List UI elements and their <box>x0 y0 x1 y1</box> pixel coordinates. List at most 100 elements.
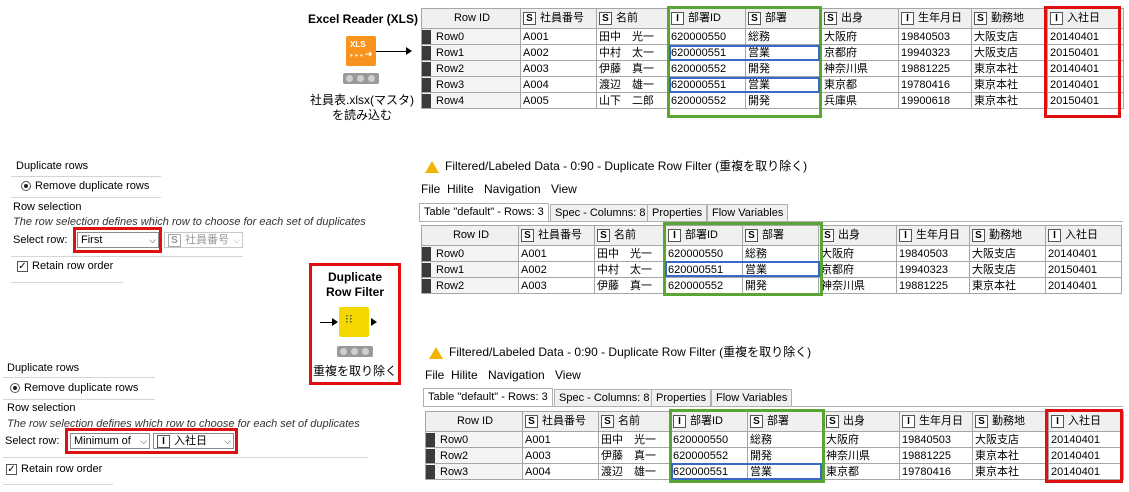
row-key-cell: Row2 <box>421 60 521 77</box>
dup-output-port[interactable] <box>371 318 377 326</box>
menu-view[interactable]: View <box>551 182 577 196</box>
tab-table-default[interactable]: Table "default" - Rows: 3 <box>419 203 549 221</box>
table-cell: 19840503 <box>898 28 972 45</box>
chevron-down-icon: ⌵ <box>233 235 240 245</box>
column-selector-combo[interactable]: I 入社日 ⌵ <box>153 433 234 449</box>
table-cell: 東京本社 <box>971 60 1048 77</box>
table-cell: 19840503 <box>899 431 973 448</box>
cfg2-border-mid <box>3 399 155 400</box>
table-cell: A001 <box>520 28 597 45</box>
tab-spec-columns[interactable]: Spec - Columns: 8 <box>554 389 655 406</box>
retain-row-order-checkbox[interactable]: ✓ Retain row order <box>6 463 102 475</box>
select-row-combo[interactable]: First ⌵ <box>77 232 159 248</box>
checkmark-icon: ✓ <box>17 260 28 272</box>
table-cell: 大阪府 <box>821 28 899 45</box>
table-row[interactable]: Row4 A005 山下 二郎 620000552 開発 兵庫県 19900618 東京本社 2… <box>421 92 1124 109</box>
column-header-row-id[interactable]: Row ID <box>421 225 519 246</box>
column-header-label: 出身 <box>841 12 863 25</box>
column-header[interactable]: S 社員番号 <box>522 411 599 432</box>
column-header[interactable]: S 社員番号 <box>518 225 595 246</box>
cfg2-border-bottom <box>3 457 368 458</box>
table-cell: 19900618 <box>898 92 972 109</box>
column-header[interactable]: I 入社日 <box>1045 225 1122 246</box>
tab-flow-variables[interactable]: Flow Variables <box>711 389 793 406</box>
row-key-label: Row1 <box>436 46 465 59</box>
table-cell: 開発 <box>745 92 822 109</box>
table-row[interactable]: Row0 A001 田中 光一 620000550 総務 大阪府 19840503 大阪支店 2… <box>425 431 1124 448</box>
table-cell: 東京本社 <box>971 92 1048 109</box>
tab-properties[interactable]: Properties <box>647 204 708 221</box>
column-header[interactable]: S 名前 <box>598 411 671 432</box>
column-header[interactable]: I 部署ID <box>670 411 748 432</box>
tab-spec-columns[interactable]: Spec - Columns: 8 <box>550 204 651 221</box>
table-cell: 19881225 <box>898 60 972 77</box>
select-row-label: Select row: <box>13 234 68 246</box>
column-header[interactable]: S 名前 <box>594 225 666 246</box>
menu-file[interactable]: File <box>421 182 440 196</box>
column-header-label: 名前 <box>614 229 636 242</box>
select-row-combo[interactable]: Minimum of ⌵ <box>70 433 150 449</box>
table-row[interactable]: Row1 A002 中村 太一 620000551 営業 京都府 19940323 大阪支店 2… <box>421 261 1122 278</box>
column-header[interactable]: I 生年月日 <box>898 8 972 29</box>
row-key-cell: Row2 <box>421 277 519 294</box>
column-header[interactable]: I 部署ID <box>668 8 746 29</box>
table-cell: 20150401 <box>1047 92 1124 109</box>
table-cell: 620000550 <box>665 245 743 262</box>
table-cell: 営業 <box>742 261 819 278</box>
menu-file[interactable]: File <box>425 368 444 382</box>
column-header[interactable]: S 部署 <box>742 225 819 246</box>
table-row[interactable]: Row2 A003 伊藤 真一 620000552 開発 神奈川県 19881225 東京本社… <box>421 60 1124 77</box>
table-row[interactable]: Row3 A004 渡辺 雄一 620000551 営業 東京都 19780416 東京本社 2… <box>425 463 1124 480</box>
table-cell: A003 <box>520 60 597 77</box>
table-cell: 営業 <box>747 463 824 480</box>
column-header[interactable]: S 勤務地 <box>969 225 1046 246</box>
integer-type-icon: I <box>1050 12 1063 26</box>
integer-type-icon: I <box>1048 229 1061 243</box>
table-row[interactable]: Row3 A004 渡辺 雄一 620000551 営業 東京都 19780416 東京本社 2… <box>421 76 1124 93</box>
column-header-row-id[interactable]: Row ID <box>421 8 521 29</box>
column-header[interactable]: S 出身 <box>821 8 899 29</box>
table-cell: 渡辺 雄一 <box>596 76 669 93</box>
column-header[interactable]: S 出身 <box>818 225 897 246</box>
column-header[interactable]: S 社員番号 <box>520 8 597 29</box>
integer-type-icon: I <box>901 12 914 26</box>
menu-hilite[interactable]: Hilite <box>447 182 474 196</box>
remove-duplicates-radio[interactable]: Remove duplicate rows <box>21 180 149 192</box>
column-header[interactable]: S 名前 <box>596 8 669 29</box>
column-header[interactable]: S 部署 <box>745 8 822 29</box>
menu-view[interactable]: View <box>555 368 581 382</box>
table-cell: 20140401 <box>1047 60 1124 77</box>
tab-flow-variables[interactable]: Flow Variables <box>707 204 789 221</box>
table-row[interactable]: Row0 A001 田中 光一 620000550 総務 大阪府 19840503 大阪支店 2… <box>421 245 1122 262</box>
menu-navigation[interactable]: Navigation <box>488 368 545 382</box>
retain-row-order-checkbox[interactable]: ✓ Retain row order <box>17 260 113 272</box>
integer-type-icon: I <box>1051 415 1064 429</box>
table-row[interactable]: Row2 A003 伊藤 真一 620000552 開発 神奈川県 19881225 東京本社… <box>421 277 1122 294</box>
column-header[interactable]: I 生年月日 <box>899 411 973 432</box>
table-cell: 20140401 <box>1045 245 1122 262</box>
column-header[interactable]: I 部署ID <box>665 225 743 246</box>
row-marker-icon <box>422 45 431 60</box>
column-header[interactable]: S 勤務地 <box>971 8 1048 29</box>
column-header[interactable]: S 部署 <box>747 411 824 432</box>
menu-navigation[interactable]: Navigation <box>484 182 541 196</box>
table-row[interactable]: Row1 A002 中村 太一 620000551 営業 京都府 19940323 大阪支店 2… <box>421 44 1124 61</box>
table-row[interactable]: Row2 A003 伊藤 真一 620000552 開発 神奈川県 19881225 東京本社… <box>425 447 1124 464</box>
column-header[interactable]: S 勤務地 <box>972 411 1049 432</box>
excel-reader-node-icon[interactable]: XLS • • • ➜ <box>346 36 376 66</box>
column-header[interactable]: I 入社日 <box>1047 8 1124 29</box>
remove-duplicates-radio[interactable]: Remove duplicate rows <box>10 382 138 394</box>
tab-properties[interactable]: Properties <box>651 389 712 406</box>
column-header[interactable]: I 入社日 <box>1048 411 1124 432</box>
menu-hilite[interactable]: Hilite <box>451 368 478 382</box>
column-header-label: 社員番号 <box>542 415 586 428</box>
reader-output-port[interactable] <box>406 47 412 55</box>
column-header[interactable]: S 出身 <box>823 411 900 432</box>
column-header-row-id[interactable]: Row ID <box>425 411 523 432</box>
row-marker-icon <box>422 93 431 108</box>
column-header[interactable]: I 生年月日 <box>896 225 970 246</box>
row-selection-group-label: Row selection <box>7 402 76 414</box>
duplicate-row-filter-node-icon[interactable]: ⁝⁝ <box>339 307 369 337</box>
tab-table-default[interactable]: Table "default" - Rows: 3 <box>423 388 553 406</box>
table-row[interactable]: Row0 A001 田中 光一 620000550 総務 大阪府 19840503 大阪支店 2… <box>421 28 1124 45</box>
